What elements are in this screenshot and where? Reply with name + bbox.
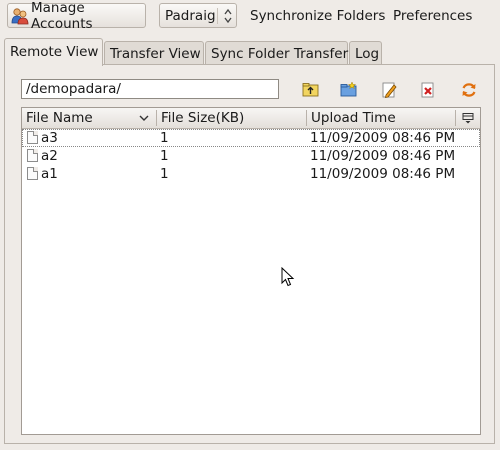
new-folder-icon[interactable]	[340, 81, 358, 99]
file-size-cell: 1	[160, 148, 169, 164]
file-name-cell: a1	[41, 166, 58, 182]
manage-accounts-label: Manage Accounts	[31, 0, 93, 32]
file-icon	[27, 167, 38, 180]
updown-arrows-icon	[221, 6, 235, 26]
main-toolbar: Manage Accounts Padraig Synchronize Fold…	[0, 0, 500, 34]
column-label: File Size(KB)	[161, 110, 245, 126]
file-name-cell: a2	[41, 148, 58, 164]
table-row[interactable]: a2 1 11/09/2009 08:46 PM	[22, 147, 480, 165]
combo-divider	[217, 8, 218, 24]
file-icon	[27, 131, 38, 144]
tab-log[interactable]: Log	[349, 41, 382, 65]
upload-time-cell: 11/09/2009 08:46 PM	[310, 148, 456, 164]
tab-label: Remote View	[10, 44, 99, 60]
tab-sync-folder-transfer[interactable]: Sync Folder Transfer	[205, 41, 348, 65]
upload-time-cell: 11/09/2009 08:46 PM	[310, 166, 456, 182]
manage-accounts-button[interactable]: Manage Accounts	[7, 0, 146, 32]
synchronize-folders-menu[interactable]: Synchronize Folders	[250, 8, 385, 24]
tab-remote-view[interactable]: Remote View	[4, 38, 103, 66]
column-label: File Name	[26, 110, 93, 126]
tab-transfer-view[interactable]: Transfer View	[104, 41, 204, 65]
column-chooser-icon[interactable]	[462, 112, 474, 124]
column-header-file-size[interactable]: File Size(KB)	[157, 108, 306, 128]
file-icon	[27, 149, 38, 162]
file-size-cell: 1	[160, 166, 169, 182]
tab-label: Log	[355, 46, 380, 62]
file-size-cell: 1	[160, 130, 169, 146]
table-row[interactable]: a3 1 11/09/2009 08:46 PM	[22, 129, 480, 147]
refresh-icon[interactable]	[460, 81, 478, 99]
column-header-file-name[interactable]: File Name	[22, 108, 156, 128]
delete-icon[interactable]	[419, 81, 437, 99]
file-table: File Name File Size(KB) Upload Time a3 1…	[21, 107, 481, 435]
account-select[interactable]: Padraig	[159, 3, 237, 28]
rename-icon[interactable]	[380, 81, 398, 99]
column-divider	[455, 110, 456, 126]
table-header: File Name File Size(KB) Upload Time	[22, 108, 480, 129]
file-name-cell: a3	[41, 130, 58, 146]
table-row[interactable]: a1 1 11/09/2009 08:46 PM	[22, 165, 480, 183]
column-header-upload-time[interactable]: Upload Time	[307, 108, 455, 128]
remote-path-input[interactable]: /demopadara/	[21, 79, 279, 99]
preferences-menu[interactable]: Preferences	[393, 8, 472, 24]
account-select-value: Padraig	[165, 7, 216, 24]
mouse-pointer-icon	[281, 266, 295, 287]
folder-up-icon[interactable]	[302, 81, 320, 99]
upload-time-cell: 11/09/2009 08:46 PM	[310, 130, 456, 146]
tab-label: Transfer View	[110, 46, 201, 62]
remote-view-panel: /demopadara/ File Name File Size(KB) Upl…	[4, 64, 495, 444]
tab-label: Sync Folder Transfer	[211, 46, 349, 62]
column-label: Upload Time	[311, 110, 396, 126]
users-icon	[11, 7, 29, 25]
